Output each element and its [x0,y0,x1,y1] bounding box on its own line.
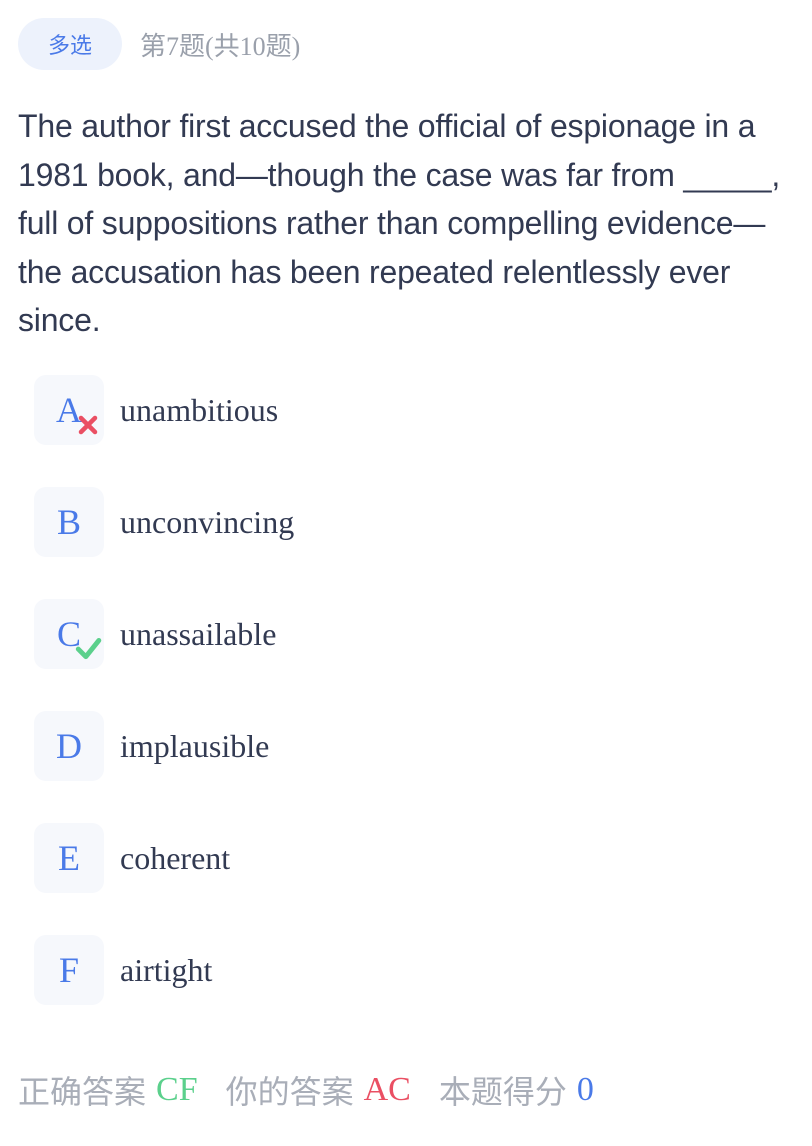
options-list: A unambitious B unconvincing C unassaila… [34,375,794,1047]
option-letter-box: A [34,375,104,445]
option-letter: D [56,726,82,766]
option-letter: B [56,502,81,542]
correct-answer-value: CF [156,1071,198,1108]
option-b[interactable]: B unconvincing [34,487,794,557]
correct-answer-label: 正确答案 [18,1073,147,1111]
option-f[interactable]: F airtight [34,935,794,1005]
option-label: unconvincing [120,503,295,540]
score-value: 0 [576,1071,594,1108]
check-icon [75,637,102,660]
question-text: The author first accused the official of… [18,108,781,338]
option-label: unassailable [120,615,277,652]
result-summary: 正确答案 CF 你的答案 AC 本题得分 0 [18,1066,594,1114]
option-d[interactable]: D implausible [34,711,794,781]
option-letter-box: D [34,711,104,781]
question-header: 多选 第7题(共10题) [18,18,300,70]
score-label: 本题得分 [438,1073,567,1111]
user-answer-label: 你的答案 [225,1073,354,1111]
wrong-icon [78,415,98,435]
user-answer-value: AC [363,1071,411,1108]
option-label: implausible [120,727,270,764]
option-letter-box: B [34,487,104,557]
question-progress: 第7题(共10题) [140,31,301,61]
option-label: coherent [120,839,231,876]
option-letter-box: C [34,599,104,669]
option-letter-box: F [34,935,104,1005]
option-label: unambitious [120,391,279,428]
option-c[interactable]: C unassailable [34,599,794,669]
option-letter-box: E [34,823,104,893]
option-e[interactable]: E coherent [34,823,794,893]
option-letter: E [58,838,80,878]
option-label: airtight [120,951,213,988]
option-a[interactable]: A unambitious [34,375,794,445]
question-type-badge: 多选 [18,18,122,70]
option-letter: F [58,950,80,990]
